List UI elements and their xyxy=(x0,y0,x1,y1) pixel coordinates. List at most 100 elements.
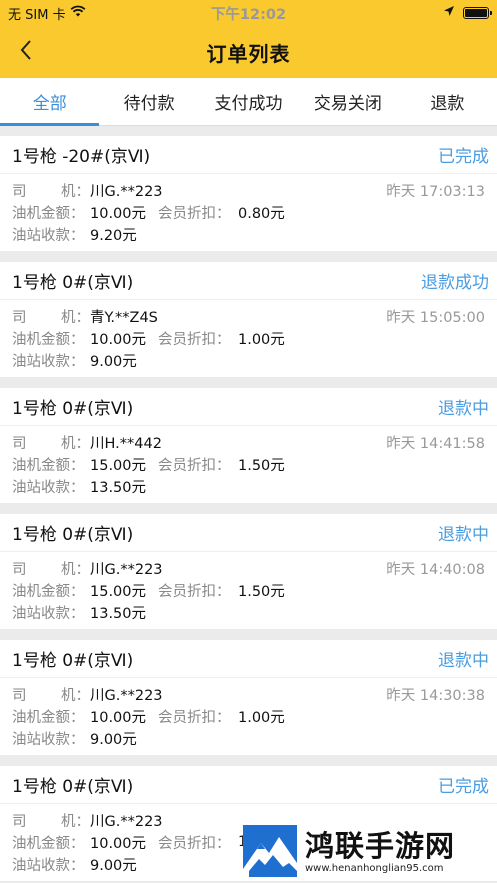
received-label: 油站收款： xyxy=(12,605,85,622)
driver-label: 司 机： xyxy=(12,306,90,327)
order-time: 昨天 14:41:58 xyxy=(386,435,485,452)
driver-label-2: 机： xyxy=(61,561,90,578)
received-value: 9.00元 xyxy=(90,731,137,748)
received-label: 油站收款： xyxy=(12,227,85,244)
amount-label: 油机金额： xyxy=(12,709,85,726)
location-arrow-icon xyxy=(443,5,455,21)
amount-row: 油机金额： 15.00元 会员折扣： 1.50元 xyxy=(12,579,485,601)
back-button[interactable] xyxy=(10,36,42,68)
order-card[interactable]: 1号枪 0#(京Ⅵ) 退款中 司 机： 川G.**223 昨天 14:40:08 … xyxy=(0,514,497,629)
discount-label: 会员折扣： xyxy=(158,709,231,726)
discount-value: 1.00元 xyxy=(238,709,285,726)
order-card-header: 1号枪 0#(京Ⅵ) 退款中 xyxy=(0,640,497,678)
gun-label: 1号枪 0#(京Ⅵ) xyxy=(12,525,134,545)
received-row: 油站收款： 9.20元 xyxy=(12,223,485,245)
discount-label: 会员折扣： xyxy=(158,583,231,600)
driver-label-2: 机： xyxy=(61,183,90,200)
driver-plate: 青Y.**Z4S xyxy=(90,309,158,326)
carrier-label: 无 SIM 卡 xyxy=(8,7,66,23)
driver-plate: 川H.**442 xyxy=(90,435,162,452)
order-card-body: 司 机： 川H.**442 昨天 14:41:58 油机金额： 15.00元 会员… xyxy=(0,426,497,503)
tab-pending-payment[interactable]: 待付款 xyxy=(99,78,198,125)
order-list: 1号枪 -20#(京Ⅵ) 已完成 司机： 川G.**223 昨天 17:03:1… xyxy=(0,126,497,881)
driver-row: 司 机： 青Y.**Z4S 昨天 15:05:00 xyxy=(12,305,485,327)
driver-row: 司 机： 川G.**223 昨天 14:40:08 xyxy=(12,557,485,579)
received-label: 油站收款： xyxy=(12,479,85,496)
driver-label-2: 机： xyxy=(61,309,90,326)
gun-label: 1号枪 -20#(京Ⅵ) xyxy=(12,147,151,167)
received-row: 油站收款： 13.50元 xyxy=(12,601,485,623)
amount-label: 油机金额： xyxy=(12,205,85,222)
order-time: 昨天 14:30:38 xyxy=(386,687,485,704)
watermark-title: 鸿联手游网 xyxy=(305,828,456,863)
order-card-header: 1号枪 0#(京Ⅵ) 退款中 xyxy=(0,388,497,426)
order-card-body: 司 机： 青Y.**Z4S 昨天 15:05:00 油机金额： 10.00元 会员… xyxy=(0,300,497,377)
mountain-logo-icon xyxy=(243,825,297,877)
received-row: 油站收款： 9.00元 xyxy=(12,727,485,749)
nav-bar: 订单列表 xyxy=(0,26,497,78)
driver-label: 司 机： xyxy=(12,558,90,579)
received-label: 油站收款： xyxy=(12,857,85,874)
received-value: 9.00元 xyxy=(90,353,137,370)
order-card[interactable]: 1号枪 -20#(京Ⅵ) 已完成 司 机： 川G.**223 昨天 17:03:1… xyxy=(0,136,497,251)
driver-label-1: 司 xyxy=(12,561,27,578)
order-card[interactable]: 1号枪 0#(京Ⅵ) 退款成功 司 机： 青Y.**Z4S 昨天 15:05:00… xyxy=(0,262,497,377)
driver-label-1: 司 xyxy=(12,813,27,830)
driver-label-1: 司 xyxy=(12,435,27,452)
order-card-header: 1号枪 0#(京Ⅵ) 退款中 xyxy=(0,514,497,552)
amount-value: 10.00元 xyxy=(90,835,147,852)
amount-value: 10.00元 xyxy=(90,331,147,348)
driver-plate: 川G.**223 xyxy=(90,813,163,830)
order-time: 昨天 17:03:13 xyxy=(386,183,485,200)
discount-value: 1.00元 xyxy=(238,331,285,348)
driver-row: 司 机： 川G.**223 昨天 14:30:38 xyxy=(12,683,485,705)
order-card[interactable]: 1号枪 0#(京Ⅵ) 退款中 司 机： 川H.**442 昨天 14:41:58 … xyxy=(0,388,497,503)
order-card-header: 1号枪 -20#(京Ⅵ) 已完成 xyxy=(0,136,497,174)
order-card-body: 司 机： 川G.**223 昨天 17:03:13 油机金额： 10.00元 会员… xyxy=(0,174,497,251)
discount-label: 会员折扣： xyxy=(158,205,231,222)
driver-label: 司 机： xyxy=(12,684,90,705)
tab-refund[interactable]: 退款 xyxy=(398,78,497,125)
driver-plate: 川G.**223 xyxy=(90,183,163,200)
amount-label: 油机金额： xyxy=(12,457,85,474)
received-value: 13.50元 xyxy=(90,605,147,622)
tab-all[interactable]: 全部 xyxy=(0,78,100,126)
driver-row: 司 机： 川G.**223 昨天 17:03:13 xyxy=(12,179,485,201)
order-time: 昨天 15:05:00 xyxy=(386,309,485,326)
amount-row: 油机金额： 15.00元 会员折扣： 1.50元 xyxy=(12,453,485,475)
watermark: 鸿联手游网 www.henanhonglian95.com xyxy=(243,822,491,880)
discount-value: 1.50元 xyxy=(238,583,285,600)
order-card[interactable]: 1号枪 0#(京Ⅵ) 退款中 司 机： 川G.**223 昨天 14:30:38 … xyxy=(0,640,497,755)
driver-label-2: 机： xyxy=(61,813,90,830)
discount-label: 会员折扣： xyxy=(158,331,231,348)
driver-label: 司 机： xyxy=(12,180,90,201)
order-card-body: 司 机： 川G.**223 昨天 14:40:08 油机金额： 15.00元 会员… xyxy=(0,552,497,629)
amount-row: 油机金额： 10.00元 会员折扣： 1.00元 xyxy=(12,327,485,349)
order-status: 退款中 xyxy=(438,525,489,545)
order-card-body: 司 机： 川G.**223 昨天 14:30:38 油机金额： 10.00元 会员… xyxy=(0,678,497,755)
amount-label: 油机金额： xyxy=(12,583,85,600)
order-status: 退款中 xyxy=(438,651,489,671)
received-value: 13.50元 xyxy=(90,479,147,496)
received-label: 油站收款： xyxy=(12,731,85,748)
gun-label: 1号枪 0#(京Ⅵ) xyxy=(12,777,134,797)
driver-label-1: 司 xyxy=(12,687,27,704)
amount-value: 10.00元 xyxy=(90,709,147,726)
discount-label: 会员折扣： xyxy=(158,457,231,474)
tab-closed[interactable]: 交易关闭 xyxy=(298,78,397,125)
received-row: 油站收款： 13.50元 xyxy=(12,475,485,497)
amount-row: 油机金额： 10.00元 会员折扣： 1.00元 xyxy=(12,705,485,727)
amount-value: 10.00元 xyxy=(90,205,147,222)
page-title: 订单列表 xyxy=(206,41,291,66)
driver-row: 司 机： 川H.**442 昨天 14:41:58 xyxy=(12,431,485,453)
tab-paid[interactable]: 支付成功 xyxy=(199,78,298,125)
order-card-header: 1号枪 0#(京Ⅵ) 已完成 xyxy=(0,766,497,804)
discount-value: 0.80元 xyxy=(238,205,285,222)
amount-label: 油机金额： xyxy=(12,331,85,348)
order-tabs: 全部 待付款 支付成功 交易关闭 退款 xyxy=(0,78,497,126)
driver-label-1: 司 xyxy=(12,183,27,200)
gun-label: 1号枪 0#(京Ⅵ) xyxy=(12,399,134,419)
wifi-icon xyxy=(70,5,86,21)
driver-label: 司 机： xyxy=(12,432,90,453)
order-status: 退款中 xyxy=(438,399,489,419)
